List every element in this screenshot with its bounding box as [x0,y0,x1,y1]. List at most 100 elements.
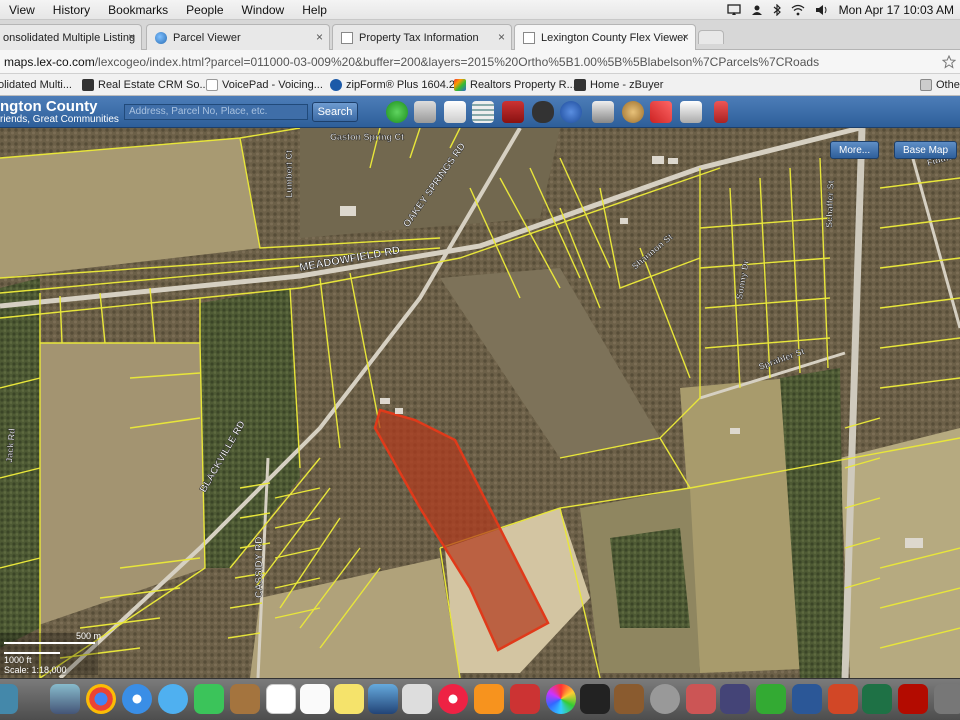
calendar-icon[interactable] [266,684,296,714]
photo-booth-icon[interactable] [368,684,398,714]
info-icon[interactable] [560,101,582,123]
menu-people[interactable]: People [177,0,232,20]
menu-view[interactable]: View [0,0,44,20]
star-icon[interactable] [942,55,956,69]
tab-parcel-viewer[interactable]: Parcel Viewer × [146,24,330,50]
scale-ratio: Scale: 1:18,000 [4,665,67,675]
realtors-icon [454,79,466,91]
aerial-map[interactable]: MEADOWFIELD RD OAKEY SPRINGS RD BLACKVIL… [0,128,960,678]
bookmark-zipform[interactable]: zipForm® Plus 1604.2 [330,77,455,93]
gis-toolbar: ngton County riends, Great Communities A… [0,96,960,128]
excel-icon[interactable] [862,684,892,714]
numbers-icon[interactable] [756,684,786,714]
more-button[interactable]: More... [830,141,880,159]
tab-label: Lexington County Flex Viewer [541,32,687,44]
acrobat-icon[interactable] [898,684,928,714]
url-field[interactable]: maps.lex-co.com/lexcogeo/index.html?parc… [4,53,944,71]
search-button[interactable]: Search [312,102,358,122]
refresh-icon[interactable] [386,101,408,123]
menu-history[interactable]: History [44,0,99,20]
preview-icon[interactable] [50,684,80,714]
list-icon[interactable] [472,101,494,123]
tab-label: Property Tax Information [359,31,479,44]
map-canvas: MEADOWFIELD RD OAKEY SPRINGS RD BLACKVIL… [0,128,960,678]
binoculars-icon[interactable] [532,101,554,123]
bookmark-label: Realtors Property R... [470,79,576,91]
close-icon[interactable]: × [128,30,135,44]
volume-icon[interactable] [815,4,829,16]
status-area: Mon Apr 17 10:03 AM [726,0,954,20]
scale-bar: 500 m 1000 ft Scale: 1:18,000 [0,631,101,675]
facetime-icon[interactable] [194,684,224,714]
search-input[interactable]: Address, Parcel No, Place, etc. [124,104,308,120]
system-preferences-icon[interactable] [650,684,680,714]
user-icon[interactable] [751,4,763,16]
new-tab-button[interactable] [698,30,724,44]
image-capture-icon[interactable] [402,684,432,714]
county-tagline: riends, Great Communities [0,114,119,125]
folder-icon [920,79,932,91]
wifi-icon[interactable] [791,4,805,16]
trash-icon[interactable] [414,101,436,123]
imovie-icon[interactable] [580,684,610,714]
word-icon[interactable] [792,684,822,714]
tab-property-tax-information[interactable]: Property Tax Information × [332,24,512,50]
bookmark-realtors-property[interactable]: Realtors Property R... [454,77,576,93]
palette-icon[interactable] [622,101,644,123]
messages-icon[interactable] [158,684,188,714]
scale-feet: 1000 ft [4,655,32,665]
screen: View History Bookmarks People Window Hel… [0,0,960,720]
garageband-icon[interactable] [614,684,644,714]
crm-icon [82,79,94,91]
paint-icon[interactable] [720,684,750,714]
powerpoint-icon[interactable] [828,684,858,714]
menu-bar: View History Bookmarks People Window Hel… [0,0,960,20]
bookmark-voicepad[interactable]: VoicePad - Voicing... [206,77,323,93]
select-parcel-icon[interactable] [680,101,702,123]
bluetooth-icon[interactable] [773,4,781,16]
menu-window[interactable]: Window [233,0,294,20]
cast-icon[interactable] [726,4,741,16]
finder-icon[interactable] [0,684,18,714]
trash-dock-icon[interactable] [934,684,960,714]
close-icon[interactable]: × [682,30,689,44]
tab-lexington-county-flex-viewer[interactable]: Lexington County Flex Viewer × [514,24,696,51]
menu-help[interactable]: Help [293,0,336,20]
tab-consolidated-multiple-listing[interactable]: onsolidated Multiple Listing × [0,24,142,50]
bookmark-consolidated[interactable]: olidated Multi... [0,77,72,93]
safari-icon[interactable] [122,684,152,714]
contacts-icon[interactable] [230,684,260,714]
reminders-icon[interactable] [300,684,330,714]
url-path: /lexcogeo/index.html?parcel=011000-03-00… [94,55,820,69]
keynote-icon[interactable] [686,684,716,714]
tab-label: Parcel Viewer [173,31,241,44]
document-export-icon[interactable] [444,101,466,123]
bookmark-zbuyer[interactable]: Home - zBuyer [574,77,663,93]
voicepad-icon [206,79,218,91]
woods-southeast [610,528,690,628]
bookmark-label: VoicePad - Voicing... [222,79,323,91]
print-icon[interactable] [592,101,614,123]
menu-bookmarks[interactable]: Bookmarks [99,0,177,20]
close-icon[interactable]: × [498,30,505,44]
bookmark-other[interactable]: Othe [920,77,960,93]
globe-icon [155,31,167,44]
ibooks-icon[interactable] [474,684,504,714]
erase-graphics-icon[interactable] [650,101,672,123]
schaffer-label: Schaffer St [824,180,836,228]
photos-icon[interactable] [546,684,576,714]
cassidy-road-label: CASSIDY RD [254,537,265,599]
clock[interactable]: Mon Apr 17 10:03 AM [839,3,954,17]
bookmark-real-estate-crm[interactable]: Real Estate CRM So... [82,77,209,93]
base-map-button[interactable]: Base Map [894,141,958,159]
measure-icon[interactable] [714,101,728,123]
scale-meters: 500 m [76,631,101,641]
close-icon[interactable]: × [316,30,323,44]
itunes-icon[interactable] [438,684,468,714]
bookmark-label: zipForm® Plus 1604.2 [346,79,455,91]
photo-collage-icon[interactable] [510,684,540,714]
bookmark-label: olidated Multi... [0,79,72,91]
bookmark-book-icon[interactable] [502,101,524,123]
chrome-icon[interactable] [86,684,116,714]
notes-icon[interactable] [334,684,364,714]
